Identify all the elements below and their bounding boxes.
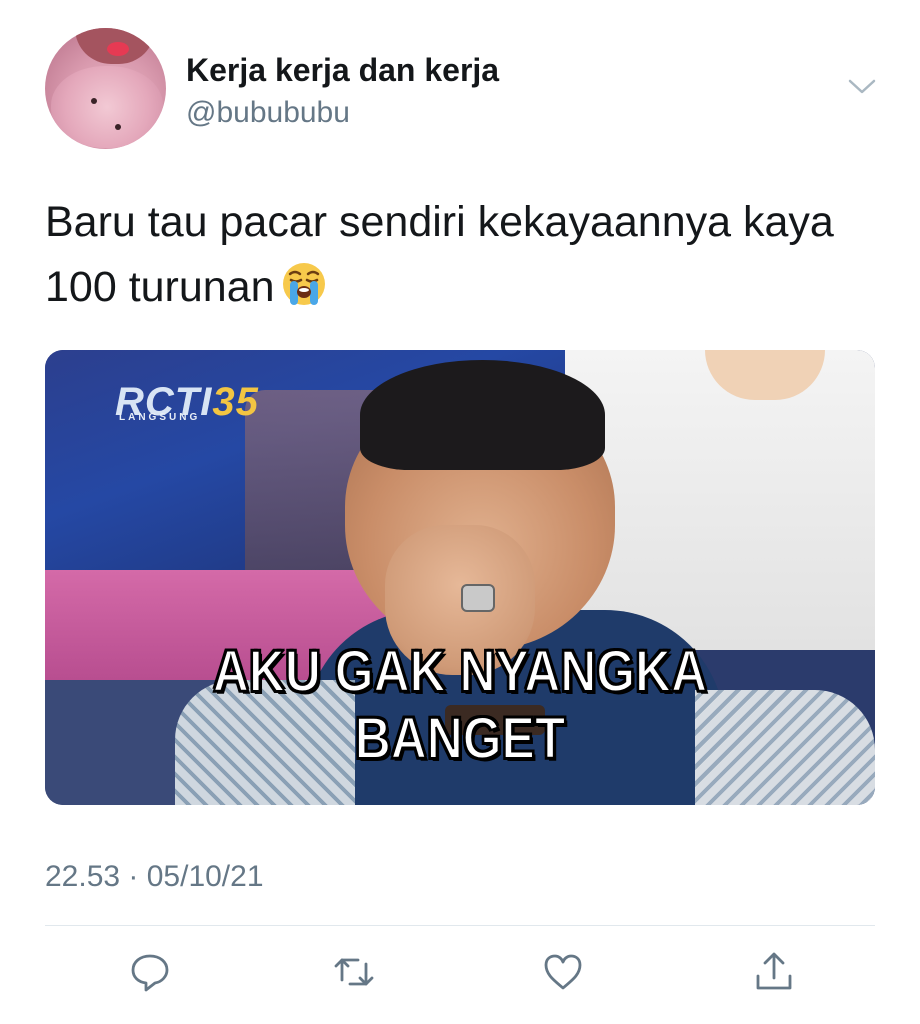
chevron-down-icon[interactable] (848, 78, 876, 96)
action-bar (0, 950, 920, 1000)
live-label: LANGSUNG (119, 412, 201, 423)
tweet-card: Kerja kerja dan kerja @bubububu Baru tau… (0, 0, 920, 1024)
person-ring (461, 584, 495, 612)
person-hair (360, 360, 605, 470)
divider (45, 925, 875, 926)
tweet-media-image[interactable]: RCTI35 LANGSUNG AKU GAK NYANGKA BANGET (45, 350, 875, 805)
share-button[interactable] (752, 950, 796, 994)
reply-icon (131, 954, 169, 992)
avatar-plush (51, 66, 163, 148)
heart-icon (544, 954, 582, 990)
avatar-mouth (107, 42, 129, 56)
retweet-icon (334, 958, 374, 986)
loudly-crying-face-emoji (282, 263, 325, 305)
tweet-text-content: Baru tau pacar sendiri kekayaannya kaya … (45, 198, 834, 311)
tweet-timestamp[interactable]: 22.53 · 05/10/21 (45, 860, 264, 894)
user-handle[interactable]: @bubububu (186, 96, 350, 130)
avatar[interactable] (45, 28, 166, 149)
retweet-button[interactable] (332, 950, 376, 994)
share-icon (756, 952, 792, 990)
meme-caption: AKU GAK NYANGKA BANGET (212, 638, 708, 772)
display-name[interactable]: Kerja kerja dan kerja (186, 52, 499, 89)
tweet-text: Baru tau pacar sendiri kekayaannya kaya … (45, 190, 875, 320)
reply-button[interactable] (128, 950, 172, 994)
like-button[interactable] (541, 950, 585, 994)
